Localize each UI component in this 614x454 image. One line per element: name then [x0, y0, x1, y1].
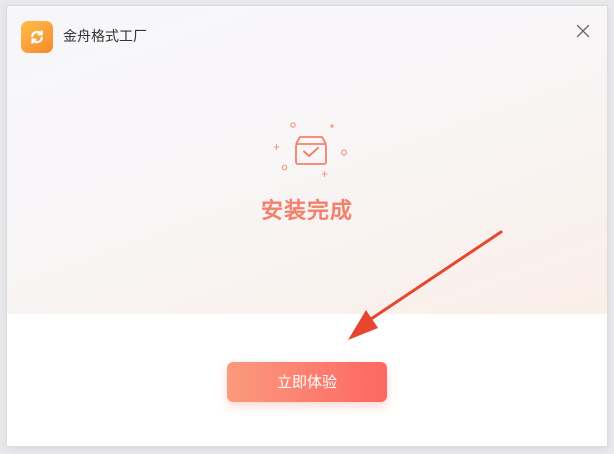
app-logo [21, 21, 53, 53]
installer-window: 金舟格式工厂 安装完成 立即体验 [7, 6, 607, 446]
app-title: 金舟格式工厂 [63, 29, 147, 45]
install-box-check-icon [273, 122, 347, 178]
start-experience-button[interactable]: 立即体验 [227, 362, 387, 402]
refresh-icon [31, 30, 43, 44]
close-icon [576, 24, 590, 38]
install-status-text: 安装完成 [260, 199, 353, 224]
close-button[interactable] [573, 21, 593, 41]
title-bar: 金舟格式工厂 [7, 6, 607, 62]
